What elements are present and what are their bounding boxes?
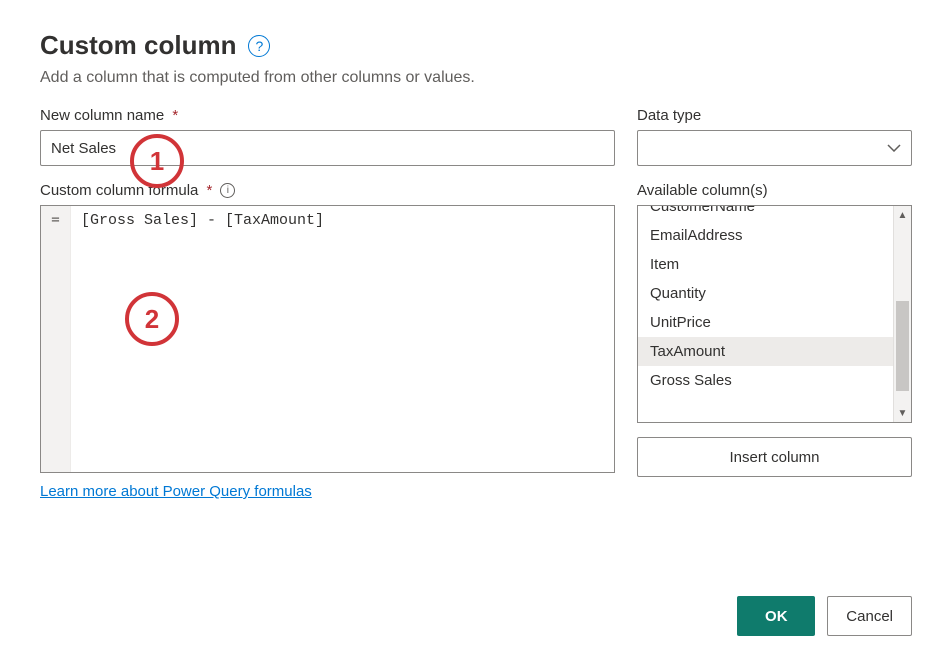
formula-gutter: = [41,206,71,472]
formula-text[interactable]: [Gross Sales] - [TaxAmount] [71,206,334,472]
scroll-thumb[interactable] [896,301,909,391]
cancel-button[interactable]: Cancel [827,596,912,636]
list-item[interactable]: EmailAddress [638,221,893,250]
help-icon[interactable]: ? [248,35,270,57]
formula-label: Custom column formula * i [40,182,615,199]
scrollbar[interactable]: ▲ ▼ [893,206,911,422]
available-columns-label: Available column(s) [637,182,912,199]
learn-more-link[interactable]: Learn more about Power Query formulas [40,483,615,500]
data-type-label: Data type [637,107,912,124]
formula-editor[interactable]: = [Gross Sales] - [TaxAmount] [40,205,615,473]
new-column-name-input[interactable] [40,130,615,166]
list-item[interactable]: Quantity [638,279,893,308]
scroll-up-icon[interactable]: ▲ [894,206,911,224]
chevron-down-icon [887,144,901,152]
list-item[interactable]: TaxAmount [638,337,893,366]
new-column-name-label: New column name * [40,107,615,124]
scroll-down-icon[interactable]: ▼ [894,404,911,422]
list-item[interactable]: Item [638,250,893,279]
ok-button[interactable]: OK [737,596,815,636]
list-item[interactable]: CustomerName [638,206,893,221]
data-type-select[interactable] [637,130,912,166]
list-item[interactable]: Gross Sales [638,366,893,395]
info-icon[interactable]: i [220,183,235,198]
available-columns-list: CustomerName EmailAddress Item Quantity … [637,205,912,423]
list-item[interactable]: UnitPrice [638,308,893,337]
dialog-subtitle: Add a column that is computed from other… [40,69,912,87]
insert-column-button[interactable]: Insert column [637,437,912,477]
dialog-title: Custom column [40,30,236,61]
